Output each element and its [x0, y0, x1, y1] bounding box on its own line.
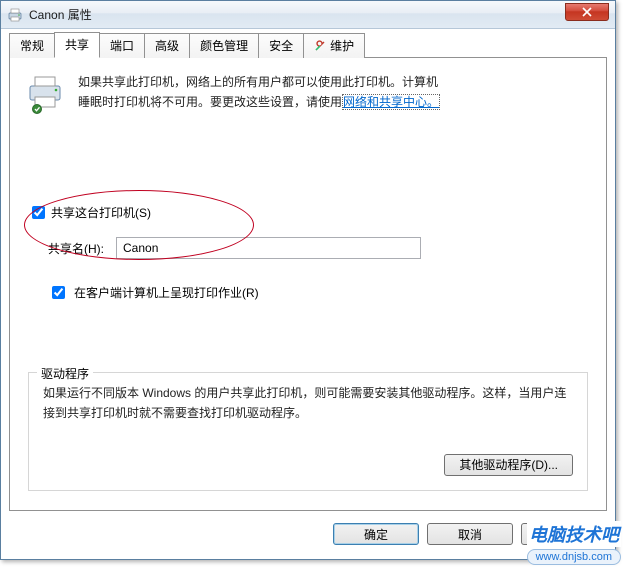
- ok-button[interactable]: 确定: [333, 523, 419, 545]
- share-name-row: 共享名(H):: [48, 237, 590, 259]
- share-printer-label: 共享这台打印机(S): [51, 204, 151, 221]
- tab-security[interactable]: 安全: [258, 33, 304, 58]
- tab-ports[interactable]: 端口: [99, 33, 145, 58]
- watermark-title: 电脑技术吧: [527, 521, 621, 547]
- share-printer-row[interactable]: 共享这台打印机(S): [32, 204, 590, 221]
- tab-general[interactable]: 常规: [9, 33, 55, 58]
- tab-strip: 常规 共享 端口 高级 颜色管理 安全 维护: [9, 35, 607, 57]
- printer-icon: [7, 7, 23, 23]
- tab-sharing[interactable]: 共享: [54, 32, 100, 58]
- drivers-group: 驱动程序 如果运行不同版本 Windows 的用户共享此打印机，则可能需要安装其…: [28, 372, 588, 491]
- drivers-legend: 驱动程序: [37, 365, 93, 382]
- share-name-label: 共享名(H):: [48, 240, 104, 257]
- network-center-link[interactable]: 网络和共享中心。: [342, 94, 440, 110]
- close-button[interactable]: [565, 3, 609, 21]
- wrench-icon: [314, 40, 326, 52]
- tab-color[interactable]: 颜色管理: [189, 33, 259, 58]
- share-section: 共享这台打印机(S) 共享名(H): 在客户端计算机上呈现打印作业(R): [26, 204, 590, 302]
- tab-panel-sharing: 如果共享此打印机，网络上的所有用户都可以使用此打印机。计算机 睡眠时打印机将不可…: [9, 57, 607, 511]
- properties-dialog: Canon 属性 常规 共享 端口 高级 颜色管理 安全 维护: [0, 0, 616, 560]
- close-icon: [582, 7, 592, 17]
- render-client-label: 在客户端计算机上呈现打印作业(R): [74, 284, 259, 301]
- drivers-text: 如果运行不同版本 Windows 的用户共享此打印机，则可能需要安装其他驱动程序…: [43, 383, 573, 424]
- watermark-url: www.dnjsb.com: [527, 549, 621, 565]
- info-text: 如果共享此打印机，网络上的所有用户都可以使用此打印机。计算机 睡眠时打印机将不可…: [78, 72, 440, 114]
- watermark: 电脑技术吧 www.dnjsb.com: [527, 521, 621, 565]
- additional-drivers-button[interactable]: 其他驱动程序(D)...: [444, 454, 573, 476]
- info-row: 如果共享此打印机，网络上的所有用户都可以使用此打印机。计算机 睡眠时打印机将不可…: [26, 72, 590, 114]
- share-name-input[interactable]: [116, 237, 421, 259]
- render-client-checkbox[interactable]: [52, 286, 65, 299]
- tab-advanced[interactable]: 高级: [144, 33, 190, 58]
- title-bar[interactable]: Canon 属性: [1, 1, 615, 29]
- printer-share-icon: [26, 72, 68, 114]
- tab-maintenance[interactable]: 维护: [303, 33, 365, 58]
- client-area: 常规 共享 端口 高级 颜色管理 安全 维护: [9, 35, 607, 551]
- render-client-row[interactable]: 在客户端计算机上呈现打印作业(R): [48, 283, 590, 302]
- window-title: Canon 属性: [29, 6, 92, 23]
- share-printer-checkbox[interactable]: [32, 206, 45, 219]
- cancel-button[interactable]: 取消: [427, 523, 513, 545]
